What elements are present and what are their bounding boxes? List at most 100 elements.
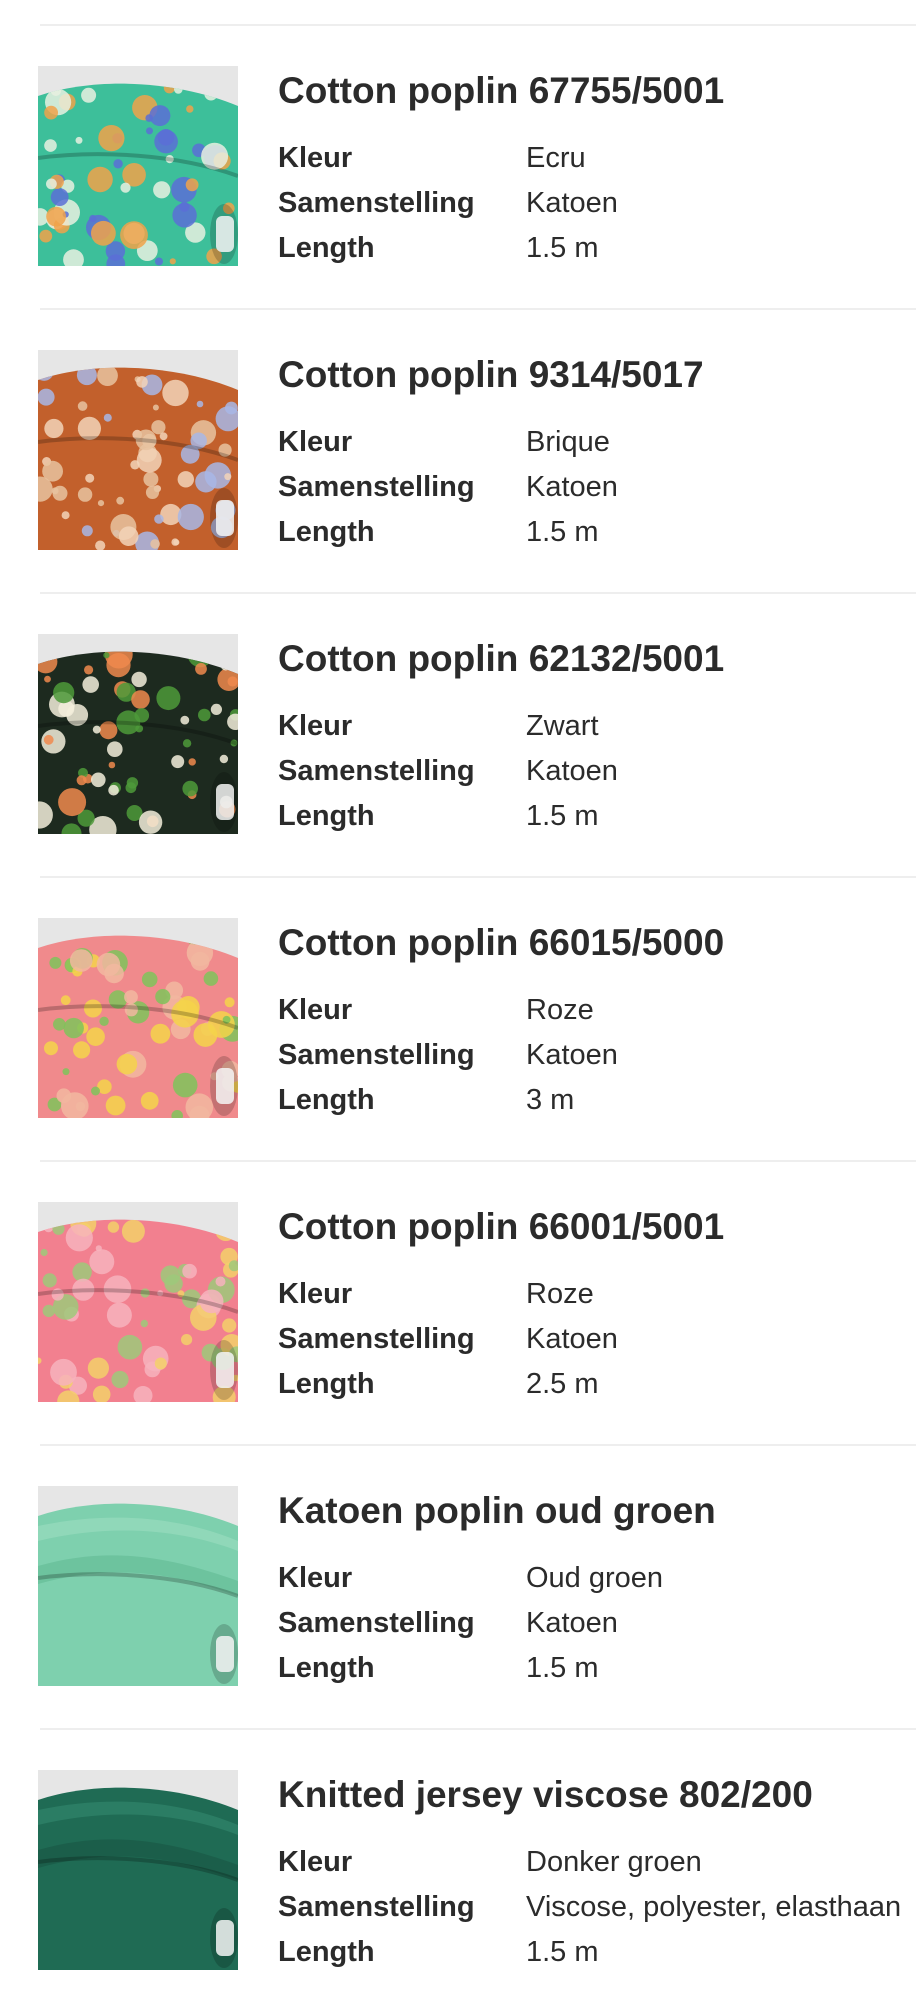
- attr-value: Katoen: [526, 1323, 618, 1355]
- product-attributes: Kleur Roze Samenstelling Katoen Length 2…: [278, 1272, 916, 1407]
- divider: [40, 1160, 916, 1162]
- attr-value: 1.5 m: [526, 1936, 599, 1968]
- product-title[interactable]: Cotton poplin 66015/5000: [278, 920, 724, 966]
- attr-label: Kleur: [278, 426, 353, 458]
- product-title[interactable]: Cotton poplin 66001/5001: [278, 1204, 724, 1250]
- attr-label: Length: [278, 232, 375, 264]
- attr-value: Brique: [526, 426, 610, 458]
- product-image[interactable]: [38, 1770, 238, 1970]
- attr-value: 2.5 m: [526, 1368, 599, 1400]
- fabric-roll-picture: [38, 1770, 238, 1970]
- product-item[interactable]: Knitted jersey viscose 802/200 Kleur Don…: [0, 1770, 916, 1970]
- attr-value: 1.5 m: [526, 1652, 599, 1684]
- attr-label: Kleur: [278, 994, 353, 1026]
- product-item[interactable]: Cotton poplin 66015/5000 Kleur Roze Same…: [0, 918, 916, 1118]
- attr-value: Katoen: [526, 1039, 618, 1071]
- divider: [40, 24, 916, 26]
- attr-row-samenstelling: Samenstelling Katoen: [278, 465, 916, 510]
- product-item[interactable]: Cotton poplin 62132/5001 Kleur Zwart Sam…: [0, 634, 916, 834]
- attr-row-samenstelling: Samenstelling Katoen: [278, 1601, 916, 1646]
- product-image[interactable]: [38, 1202, 238, 1402]
- attr-value: Katoen: [526, 187, 618, 219]
- fabric-roll-picture: [38, 918, 238, 1118]
- attr-label: Length: [278, 1936, 375, 1968]
- product-attributes: Kleur Donker groen Samenstelling Viscose…: [278, 1840, 916, 1975]
- attr-row-kleur: Kleur Donker groen: [278, 1840, 916, 1885]
- attr-value: Zwart: [526, 710, 599, 742]
- attr-value: 1.5 m: [526, 516, 599, 548]
- product-attributes: Kleur Zwart Samenstelling Katoen Length …: [278, 704, 916, 839]
- product-title[interactable]: Cotton poplin 62132/5001: [278, 636, 724, 682]
- divider: [40, 592, 916, 594]
- attr-value: Roze: [526, 994, 594, 1026]
- attr-row-length: Length 1.5 m: [278, 1930, 916, 1975]
- divider: [40, 308, 916, 310]
- attr-label: Samenstelling: [278, 187, 475, 219]
- attr-label: Samenstelling: [278, 1607, 475, 1639]
- attr-row-samenstelling: Samenstelling Katoen: [278, 1033, 916, 1078]
- product-item[interactable]: Cotton poplin 67755/5001 Kleur Ecru Same…: [0, 66, 916, 266]
- attr-value: Donker groen: [526, 1846, 702, 1878]
- attr-label: Kleur: [278, 1846, 353, 1878]
- attr-row-kleur: Kleur Ecru: [278, 136, 916, 181]
- attr-value: Ecru: [526, 142, 586, 174]
- attr-value: Katoen: [526, 1607, 618, 1639]
- fabric-roll-picture: [38, 350, 238, 550]
- attr-row-kleur: Kleur Roze: [278, 988, 916, 1033]
- attr-row-kleur: Kleur Zwart: [278, 704, 916, 749]
- attr-label: Length: [278, 1084, 375, 1116]
- attr-value: Katoen: [526, 471, 618, 503]
- attr-value: 1.5 m: [526, 800, 599, 832]
- fabric-roll-picture: [38, 66, 238, 266]
- attr-row-kleur: Kleur Oud groen: [278, 1556, 916, 1601]
- product-attributes: Kleur Oud groen Samenstelling Katoen Len…: [278, 1556, 916, 1691]
- attr-row-samenstelling: Samenstelling Katoen: [278, 1317, 916, 1362]
- attr-label: Length: [278, 1368, 375, 1400]
- attr-value: Katoen: [526, 755, 618, 787]
- attr-row-samenstelling: Samenstelling Viscose, polyester, elasth…: [278, 1885, 916, 1930]
- fabric-roll-picture: [38, 634, 238, 834]
- attr-value: 3 m: [526, 1084, 575, 1116]
- divider: [40, 1728, 916, 1730]
- product-attributes: Kleur Roze Samenstelling Katoen Length 3…: [278, 988, 916, 1123]
- fabric-roll-picture: [38, 1486, 238, 1686]
- attr-label: Samenstelling: [278, 1891, 475, 1923]
- attr-value: Viscose, polyester, elasthaan: [526, 1891, 902, 1923]
- product-title[interactable]: Cotton poplin 67755/5001: [278, 68, 724, 114]
- product-image[interactable]: [38, 918, 238, 1118]
- product-title[interactable]: Katoen poplin oud groen: [278, 1488, 716, 1534]
- divider: [40, 1444, 916, 1446]
- product-image[interactable]: [38, 1486, 238, 1686]
- product-item[interactable]: Cotton poplin 66001/5001 Kleur Roze Same…: [0, 1202, 916, 1402]
- attr-label: Samenstelling: [278, 1039, 475, 1071]
- product-item[interactable]: Katoen poplin oud groen Kleur Oud groen …: [0, 1486, 916, 1686]
- attr-row-samenstelling: Samenstelling Katoen: [278, 749, 916, 794]
- attr-label: Kleur: [278, 142, 353, 174]
- attr-label: Kleur: [278, 1278, 353, 1310]
- attr-value: Roze: [526, 1278, 594, 1310]
- attr-row-length: Length 3 m: [278, 1078, 916, 1123]
- attr-label: Samenstelling: [278, 471, 475, 503]
- attr-label: Samenstelling: [278, 755, 475, 787]
- product-image[interactable]: [38, 66, 238, 266]
- attr-row-length: Length 1.5 m: [278, 226, 916, 271]
- product-image[interactable]: [38, 350, 238, 550]
- product-title[interactable]: Knitted jersey viscose 802/200: [278, 1772, 813, 1818]
- attr-row-length: Length 2.5 m: [278, 1362, 916, 1407]
- product-attributes: Kleur Ecru Samenstelling Katoen Length 1…: [278, 136, 916, 271]
- attr-row-length: Length 1.5 m: [278, 1646, 916, 1691]
- attr-label: Kleur: [278, 1562, 353, 1594]
- product-image[interactable]: [38, 634, 238, 834]
- product-item[interactable]: Cotton poplin 9314/5017 Kleur Brique Sam…: [0, 350, 916, 550]
- attr-row-samenstelling: Samenstelling Katoen: [278, 181, 916, 226]
- divider: [40, 876, 916, 878]
- product-title[interactable]: Cotton poplin 9314/5017: [278, 352, 704, 398]
- attr-value: 1.5 m: [526, 232, 599, 264]
- fabric-roll-picture: [38, 1202, 238, 1402]
- attr-row-length: Length 1.5 m: [278, 794, 916, 839]
- product-attributes: Kleur Brique Samenstelling Katoen Length…: [278, 420, 916, 555]
- attr-label: Length: [278, 1652, 375, 1684]
- attr-label: Kleur: [278, 710, 353, 742]
- attr-label: Length: [278, 516, 375, 548]
- attr-row-kleur: Kleur Brique: [278, 420, 916, 465]
